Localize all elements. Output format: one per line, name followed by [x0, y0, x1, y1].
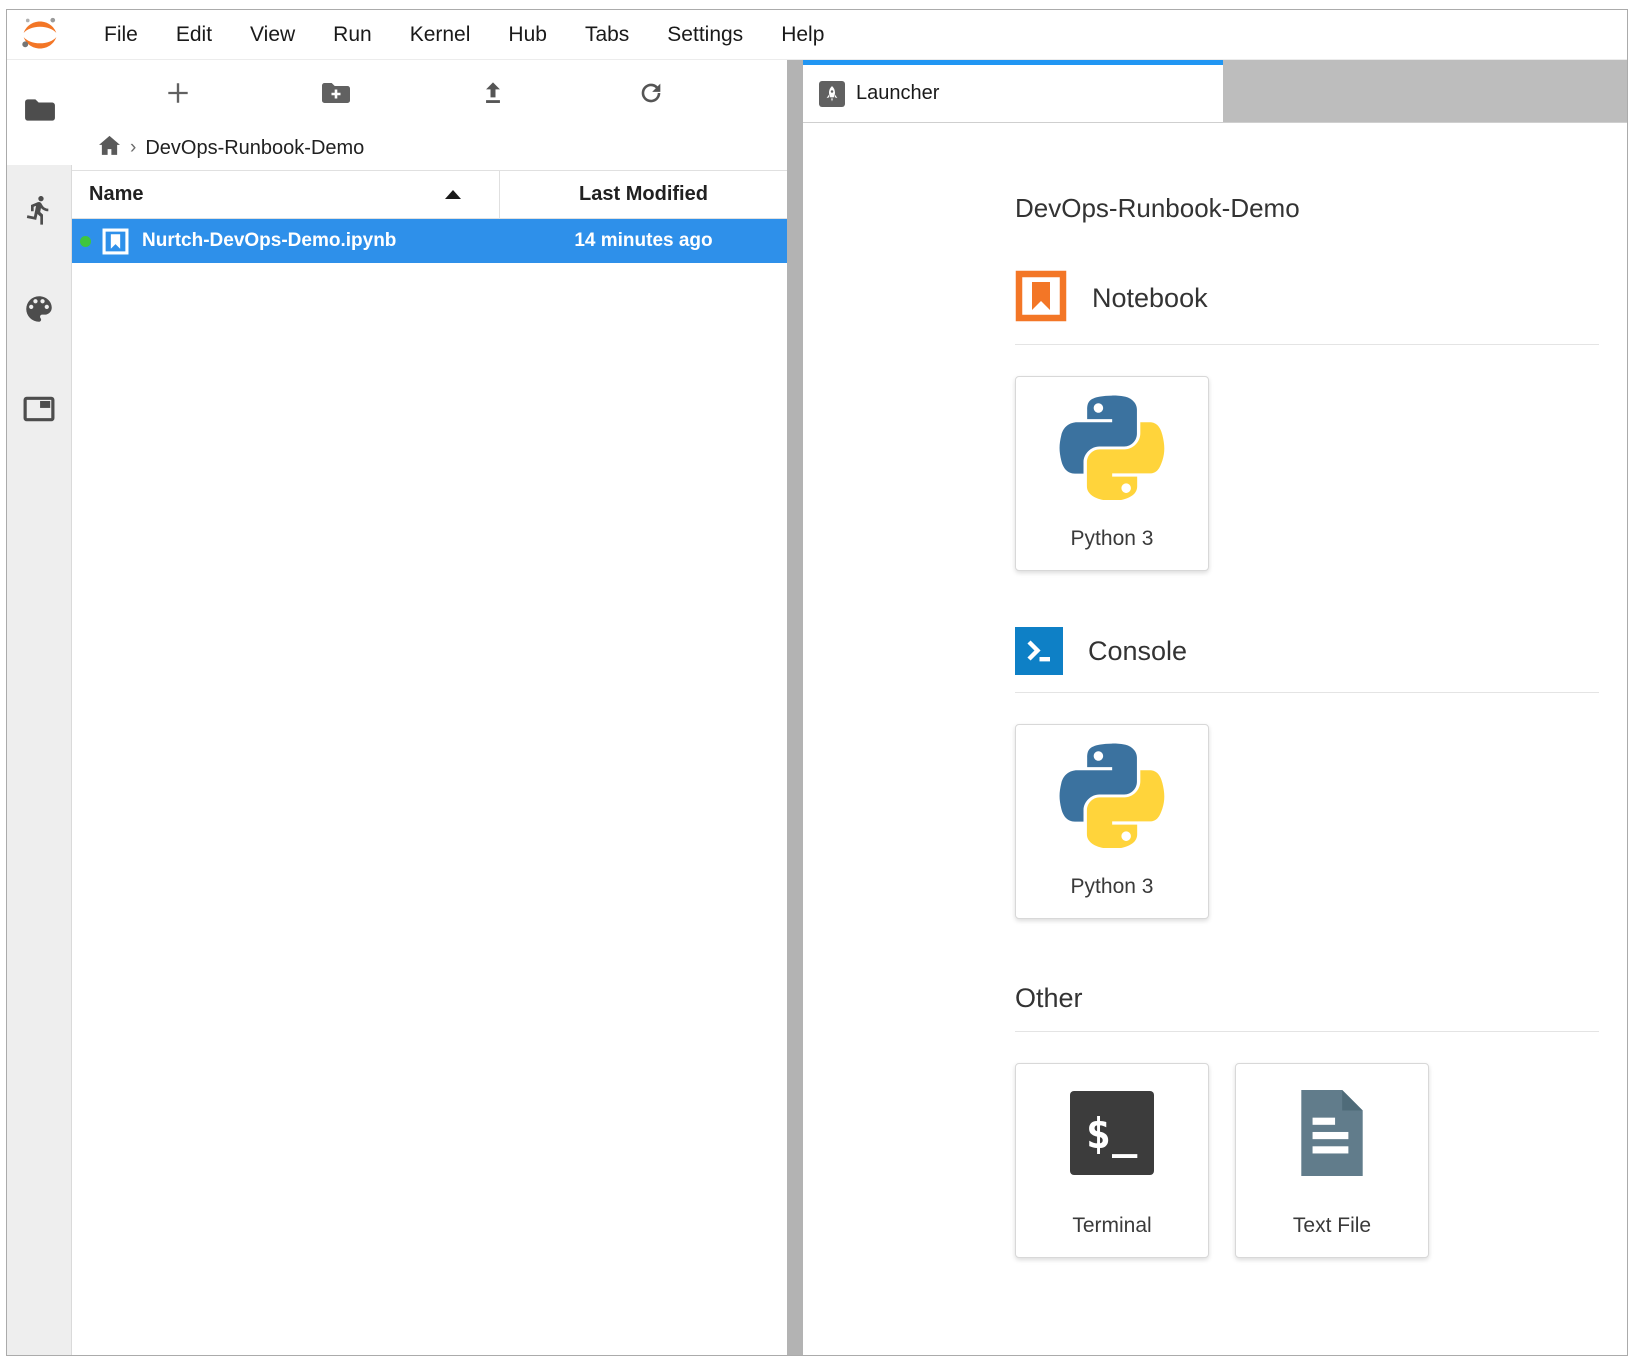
- section-divider: [1015, 344, 1599, 345]
- python-logo-icon: [1059, 394, 1165, 505]
- section-header-notebook: Notebook: [1015, 270, 1599, 327]
- section-header-other: Other: [1015, 983, 1599, 1014]
- last-modified-column-label: Last Modified: [579, 183, 708, 206]
- menu-tabs[interactable]: Tabs: [566, 23, 648, 47]
- menu-edit[interactable]: Edit: [157, 23, 231, 47]
- section-header-console: Console: [1015, 627, 1599, 675]
- menu-file[interactable]: File: [85, 23, 157, 47]
- menu-hub[interactable]: Hub: [489, 23, 566, 47]
- file-list-empty-area: [72, 263, 787, 1355]
- section-label-other: Other: [1015, 983, 1083, 1014]
- launcher-card-text-file[interactable]: Text File: [1235, 1063, 1429, 1258]
- dock-panel: Launcher DevOps-Runbook-Demo Notebook: [803, 60, 1627, 1355]
- column-header-name[interactable]: Name: [72, 171, 500, 218]
- section-divider: [1015, 692, 1599, 693]
- notebook-file-icon: [102, 228, 129, 255]
- file-last-modified: 14 minutes ago: [574, 230, 712, 252]
- breadcrumb-separator: ›: [130, 137, 136, 159]
- launcher-panel: DevOps-Runbook-Demo Notebook: [803, 122, 1627, 1355]
- section-divider: [1015, 1031, 1599, 1032]
- jupyter-logo-icon: [21, 16, 59, 54]
- refresh-icon[interactable]: [635, 77, 667, 109]
- terminal-icon: $_: [1070, 1091, 1154, 1175]
- launcher-card-console-python3[interactable]: Python 3: [1015, 724, 1209, 919]
- console-icon: [1015, 627, 1063, 675]
- section-label-console: Console: [1088, 636, 1187, 667]
- menu-kernel[interactable]: Kernel: [391, 23, 490, 47]
- panel-splitter-handle[interactable]: [787, 60, 803, 1355]
- new-folder-icon[interactable]: [320, 77, 352, 109]
- console-cards: Python 3: [1015, 724, 1599, 919]
- card-label-text-file: Text File: [1293, 1214, 1371, 1238]
- text-file-icon: [1296, 1089, 1368, 1182]
- activity-sidebar: [7, 60, 72, 1355]
- folder-icon: [24, 97, 56, 128]
- python-logo-icon: [1059, 742, 1165, 853]
- file-browser-panel: › DevOps-Runbook-Demo Name Last Modified: [72, 60, 787, 1355]
- menu-run[interactable]: Run: [314, 23, 391, 47]
- jupyterlab-window: File Edit View Run Kernel Hub Tabs Setti…: [6, 9, 1628, 1356]
- card-label-python3: Python 3: [1071, 527, 1154, 551]
- upload-icon[interactable]: [477, 77, 509, 109]
- file-name: Nurtch-DevOps-Demo.ipynb: [142, 230, 396, 252]
- card-label-terminal: Terminal: [1072, 1214, 1151, 1238]
- column-header-last-modified[interactable]: Last Modified: [500, 171, 787, 218]
- open-tabs-icon[interactable]: [23, 396, 55, 427]
- sort-ascending-icon: [445, 190, 461, 199]
- dock-tab-bar: Launcher: [803, 60, 1627, 122]
- home-icon[interactable]: [98, 135, 121, 162]
- tab-launcher-label: Launcher: [856, 82, 939, 105]
- other-cards: $_ Terminal T: [1015, 1063, 1599, 1258]
- file-row-name-cell: Nurtch-DevOps-Demo.ipynb: [72, 219, 500, 263]
- notebook-icon: [1015, 270, 1067, 327]
- tab-launcher[interactable]: Launcher: [803, 60, 1223, 122]
- sidebar-tab-file-browser[interactable]: [7, 60, 72, 165]
- main-area: › DevOps-Runbook-Demo Name Last Modified: [7, 60, 1627, 1355]
- new-launcher-plus-icon[interactable]: [162, 77, 194, 109]
- launcher-cwd-title: DevOps-Runbook-Demo: [1015, 193, 1599, 224]
- menu-bar: File Edit View Run Kernel Hub Tabs Setti…: [7, 10, 1627, 60]
- file-row-modified-cell: 14 minutes ago: [500, 219, 787, 263]
- breadcrumb: › DevOps-Runbook-Demo: [72, 126, 787, 170]
- file-list-header: Name Last Modified: [72, 170, 787, 219]
- file-browser-toolbar: [72, 60, 787, 126]
- file-row-selected[interactable]: Nurtch-DevOps-Demo.ipynb 14 minutes ago: [72, 219, 787, 263]
- menu-settings[interactable]: Settings: [648, 23, 762, 47]
- kernel-running-dot: [80, 236, 91, 247]
- breadcrumb-current-folder[interactable]: DevOps-Runbook-Demo: [145, 137, 364, 160]
- card-label-python3: Python 3: [1071, 875, 1154, 899]
- menu-help[interactable]: Help: [762, 23, 843, 47]
- menu-view[interactable]: View: [231, 23, 314, 47]
- launcher-rocket-icon: [819, 81, 845, 107]
- launcher-card-terminal[interactable]: $_ Terminal: [1015, 1063, 1209, 1258]
- section-label-notebook: Notebook: [1092, 283, 1208, 314]
- running-sessions-icon[interactable]: [23, 194, 55, 231]
- launcher-card-notebook-python3[interactable]: Python 3: [1015, 376, 1209, 571]
- commands-palette-icon[interactable]: [22, 292, 56, 331]
- notebook-cards: Python 3: [1015, 376, 1599, 571]
- name-column-label: Name: [89, 183, 143, 206]
